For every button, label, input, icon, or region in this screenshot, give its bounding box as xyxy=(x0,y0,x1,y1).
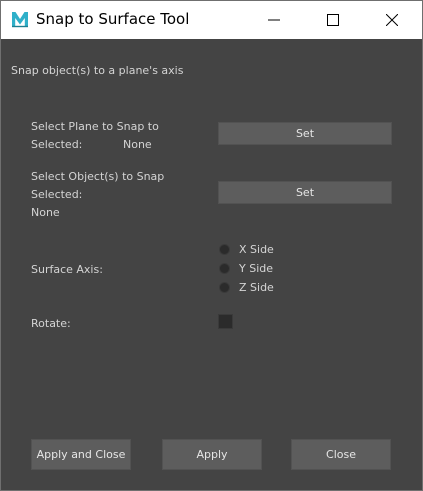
set-plane-button[interactable]: Set xyxy=(218,122,392,145)
rotate-checkbox[interactable] xyxy=(218,314,233,329)
title-bar[interactable]: Snap to Surface Tool xyxy=(1,1,422,39)
objects-select-label: Select Object(s) to Snap xyxy=(31,170,165,183)
plane-selected-value: None xyxy=(123,138,152,151)
tool-description: Snap object(s) to a plane's axis xyxy=(11,64,184,77)
tool-content: Snap object(s) to a plane's axis Select … xyxy=(1,39,422,490)
plane-selected-label: Selected: xyxy=(31,138,83,151)
radio-y-side[interactable]: Y Side xyxy=(219,261,273,275)
snap-to-surface-window: Snap to Surface Tool Snap object(s) to a… xyxy=(0,0,423,491)
radio-y-side-label: Y Side xyxy=(239,261,274,275)
apply-button[interactable]: Apply xyxy=(162,439,262,470)
set-objects-button[interactable]: Set xyxy=(218,181,392,204)
objects-selected-value: None xyxy=(31,206,60,219)
radio-button[interactable] xyxy=(219,243,230,255)
apply-and-close-button[interactable]: Apply and Close xyxy=(31,439,131,470)
rotate-label: Rotate: xyxy=(31,317,71,330)
maximize-button[interactable] xyxy=(310,1,356,39)
minimize-button[interactable] xyxy=(251,1,297,39)
radio-button[interactable] xyxy=(219,281,230,293)
radio-x-side-label: X Side xyxy=(239,242,274,256)
radio-x-side[interactable]: X Side xyxy=(219,242,274,256)
surface-axis-label: Surface Axis: xyxy=(31,263,103,276)
radio-z-side[interactable]: Z Side xyxy=(219,280,274,294)
plane-select-label: Select Plane to Snap to xyxy=(31,120,159,133)
minimize-icon xyxy=(268,19,280,21)
maya-logo-icon xyxy=(11,10,29,28)
close-button[interactable]: Close xyxy=(291,439,391,470)
close-window-button[interactable] xyxy=(369,1,415,39)
window-title: Snap to Surface Tool xyxy=(36,10,190,28)
radio-button[interactable] xyxy=(219,262,230,274)
radio-z-side-label: Z Side xyxy=(239,280,274,294)
objects-selected-label: Selected: xyxy=(31,188,83,201)
close-icon xyxy=(386,14,398,26)
maximize-icon xyxy=(327,14,339,26)
